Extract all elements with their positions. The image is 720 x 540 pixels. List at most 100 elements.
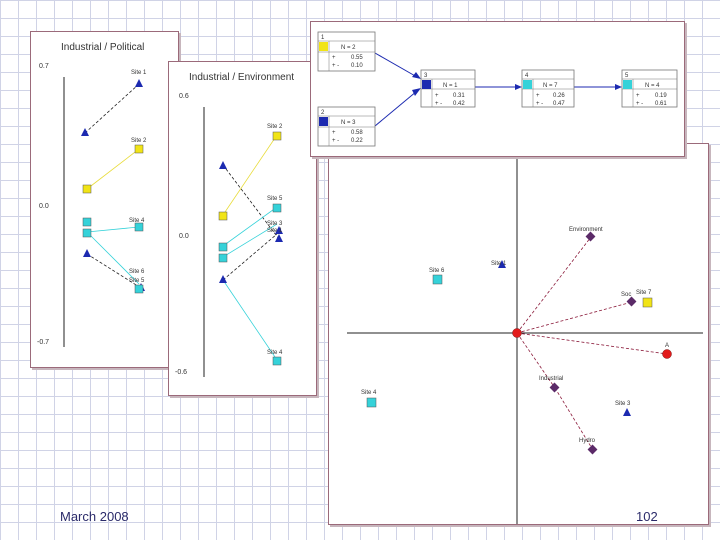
variable-label-a: A bbox=[665, 343, 669, 349]
origin-marker bbox=[512, 328, 522, 338]
vector-line bbox=[516, 236, 592, 334]
node-sign: + bbox=[332, 55, 336, 61]
panel-tree: 1 N = 2 + 0.55 + - 0.10 2 N = 3 + 0.58 +… bbox=[310, 21, 685, 157]
square-marker bbox=[366, 397, 377, 408]
square-marker bbox=[218, 253, 228, 263]
node-value: 0.26 bbox=[553, 93, 565, 99]
variable-label-industrial: Industrial bbox=[539, 376, 563, 382]
arrow-head bbox=[615, 84, 622, 90]
arrow-head bbox=[412, 88, 421, 96]
square-marker bbox=[218, 242, 228, 252]
site-label: Site 7 bbox=[636, 290, 652, 296]
node-swatch bbox=[523, 80, 532, 89]
site-label: Site 1 bbox=[267, 228, 283, 234]
node-value: 0.61 bbox=[655, 101, 667, 107]
triangle-marker bbox=[275, 234, 283, 242]
triangle-marker bbox=[219, 161, 227, 169]
tree-edge bbox=[374, 90, 418, 127]
variable-label-hydro: Hydro bbox=[579, 438, 596, 444]
node-swatch bbox=[319, 117, 328, 126]
site-label: Site 1 bbox=[131, 70, 147, 76]
site-label: Site 4 bbox=[129, 218, 145, 224]
point-a-marker bbox=[662, 349, 672, 359]
variable-label-soc: Soc bbox=[621, 292, 631, 298]
site-label: Site 2 bbox=[131, 138, 147, 144]
triangle-marker bbox=[83, 249, 91, 257]
panel-industrial-environment: Industrial / Environment 0.6 0.0 -0.6 Si… bbox=[168, 61, 317, 396]
node-count: N = 3 bbox=[341, 120, 356, 126]
node-value: 0.10 bbox=[351, 63, 363, 69]
footer-page-number: 102 bbox=[636, 509, 658, 524]
site-label: Site 3 bbox=[615, 401, 631, 407]
node-sign: + - bbox=[332, 138, 339, 144]
footer-date: March 2008 bbox=[60, 509, 129, 524]
square-marker bbox=[272, 203, 282, 213]
node-sign: + bbox=[536, 93, 540, 99]
square-marker bbox=[82, 217, 92, 227]
vector-line bbox=[516, 301, 633, 334]
triangle-marker bbox=[623, 408, 631, 416]
site-label: Site 2 bbox=[267, 124, 283, 130]
square-marker bbox=[134, 284, 144, 294]
node-count: N = 1 bbox=[443, 83, 458, 89]
node-count: N = 4 bbox=[645, 83, 660, 89]
square-marker bbox=[134, 144, 144, 154]
link-line bbox=[84, 83, 140, 134]
tree-node-5: 5 N = 4 + 0.19 + - 0.61 bbox=[621, 69, 678, 108]
environment-plot: Site 2 Site 5 Site 3 Site 1 Site 4 bbox=[203, 107, 283, 377]
node-sign: + - bbox=[636, 101, 643, 107]
diamond-marker bbox=[626, 296, 637, 307]
node-count: N = 7 bbox=[543, 83, 558, 89]
square-marker bbox=[82, 184, 92, 194]
node-count: N = 2 bbox=[341, 45, 356, 51]
tree-node-3: 3 N = 1 + 0.31 + - 0.42 bbox=[420, 69, 476, 108]
site-label: Site 5 bbox=[129, 278, 145, 284]
biplot: Environment Site 1 Site 6 Soc Site 7 A I… bbox=[347, 144, 703, 524]
site-label: Site 1 bbox=[491, 261, 507, 267]
square-marker bbox=[134, 222, 144, 232]
node-swatch bbox=[319, 42, 328, 51]
node-swatch bbox=[422, 80, 431, 89]
square-marker bbox=[272, 356, 282, 366]
link-line bbox=[86, 148, 140, 190]
link-line bbox=[86, 231, 140, 285]
link-line bbox=[222, 134, 278, 216]
square-marker bbox=[82, 228, 92, 238]
triangle-marker bbox=[81, 128, 89, 136]
site-label: Site 5 bbox=[267, 196, 283, 202]
link-line bbox=[222, 279, 278, 361]
arrow-head bbox=[515, 84, 522, 90]
variable-label-environment: Environment bbox=[569, 227, 603, 233]
node-sign: + bbox=[435, 93, 439, 99]
node-sign: + bbox=[636, 93, 640, 99]
node-value: 0.31 bbox=[453, 93, 465, 99]
square-marker bbox=[218, 211, 228, 221]
diamond-marker bbox=[587, 444, 598, 455]
triangle-marker bbox=[135, 79, 143, 87]
site-label: Site 6 bbox=[429, 268, 445, 274]
tree-node-4: 4 N = 7 + 0.26 + - 0.47 bbox=[521, 69, 575, 108]
node-value: 0.58 bbox=[351, 130, 363, 136]
node-value: 0.19 bbox=[655, 93, 667, 99]
site-label: Site 4 bbox=[361, 390, 377, 396]
site-label: Site 3 bbox=[267, 221, 283, 227]
panel-industrial-political: Industrial / Political 0.7 0.0 -0.7 Site… bbox=[30, 31, 179, 368]
square-marker bbox=[642, 297, 653, 308]
node-swatch bbox=[623, 80, 632, 89]
node-value: 0.22 bbox=[351, 138, 363, 144]
node-sign: + - bbox=[332, 63, 339, 69]
tree-edge bbox=[374, 52, 418, 78]
square-marker bbox=[432, 274, 443, 285]
panel-biplot: Environment Site 1 Site 6 Soc Site 7 A I… bbox=[328, 143, 709, 525]
tree-diagram: 1 N = 2 + 0.55 + - 0.10 2 N = 3 + 0.58 +… bbox=[317, 31, 678, 147]
node-value: 0.42 bbox=[453, 101, 465, 107]
node-sign: + bbox=[332, 130, 336, 136]
tree-node-1: 1 N = 2 + 0.55 + - 0.10 bbox=[317, 31, 376, 72]
diamond-marker bbox=[549, 382, 560, 393]
political-plot: Site 1 Site 2 Site 4 Site 6 Site 5 bbox=[63, 70, 147, 347]
tree-node-2: 2 N = 3 + 0.58 + - 0.22 bbox=[317, 106, 376, 147]
triangle-marker bbox=[219, 275, 227, 283]
square-marker bbox=[272, 131, 282, 141]
node-sign: + - bbox=[536, 101, 543, 107]
node-sign: + - bbox=[435, 101, 442, 107]
